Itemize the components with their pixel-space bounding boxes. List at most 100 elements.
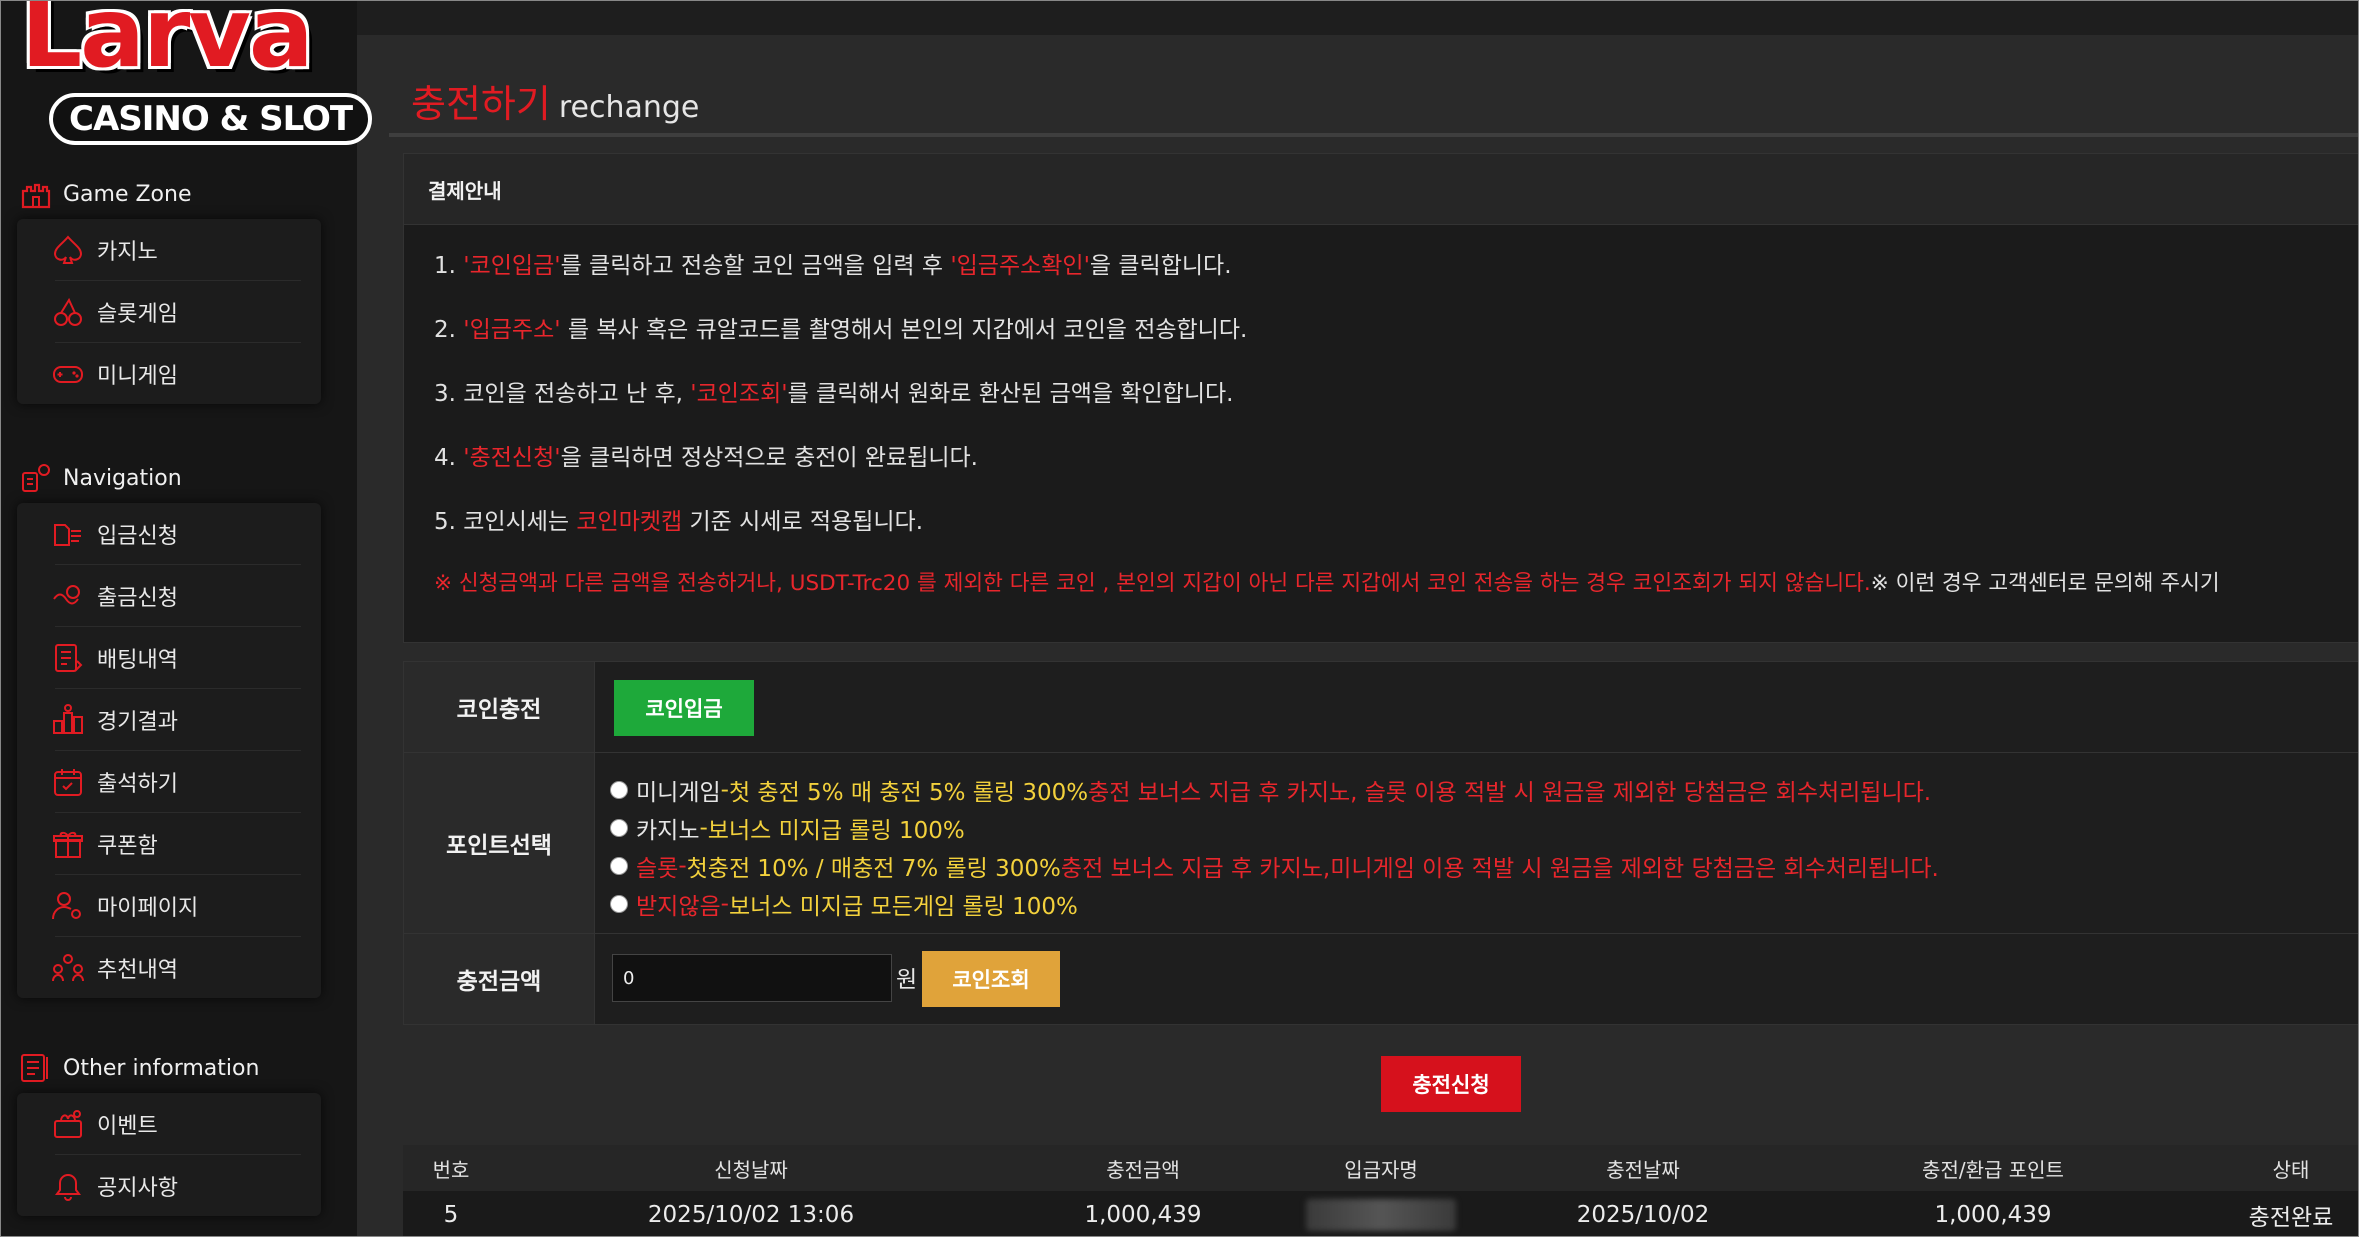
referral-icon xyxy=(52,953,84,981)
header-cell-no: 번호 xyxy=(432,1157,470,1182)
guide-text: 1. xyxy=(434,253,464,279)
option-separator: - xyxy=(699,815,708,841)
navigation-menu: 입금신청 출금신청 배팅내역 경기결과 출석하기 쿠폰함 마이페이지 추천내역 xyxy=(17,503,321,998)
point-select-label: 포인트선택 xyxy=(404,753,595,933)
guide-text: 를 클릭해서 원화로 환산된 금액을 확인합니다. xyxy=(787,381,1234,407)
option-separator: - xyxy=(720,891,729,917)
charge-request-button[interactable]: 충전신청 xyxy=(1381,1056,1521,1112)
cherry-icon xyxy=(54,297,82,326)
guide-highlight: '입금주소' xyxy=(463,317,561,343)
guide-text: 를 복사 혹은 큐알코드를 촬영해서 본인의 지갑에서 코인을 전송합니다. xyxy=(560,317,1248,343)
sidebar-item-betting-history[interactable]: 배팅내역 xyxy=(55,627,301,689)
option-name: 미니게임 xyxy=(636,780,721,806)
calendar-icon xyxy=(54,768,82,796)
option-separator: - xyxy=(678,853,687,879)
sidebar-item-minigame[interactable]: 미니게임 xyxy=(53,343,301,404)
table-row: 5 2025/10/02 13:06 1,000,439 2025/10/02 … xyxy=(403,1191,2358,1236)
section-title-navigation: Navigation xyxy=(19,461,182,495)
sidebar-item-label: 경기결과 xyxy=(97,709,178,735)
game-zone-menu: 카지노 슬롯게임 미니게임 xyxy=(17,219,321,404)
option-name: 받지않음 xyxy=(636,894,721,920)
other-information-menu: 이벤트 공지사항 xyxy=(17,1093,321,1216)
guide-text: 2. xyxy=(434,317,464,343)
radio-button[interactable] xyxy=(610,819,628,837)
spade-icon xyxy=(53,234,83,264)
sidebar-item-referral[interactable]: 추천내역 xyxy=(52,937,301,998)
sidebar-item-mypage[interactable]: 마이페이지 xyxy=(52,875,301,937)
sidebar-item-label: 입금신청 xyxy=(97,523,178,549)
logo-wordmark: Larva xyxy=(21,0,314,89)
coinmarketcap-link[interactable]: 코인마켓캡 xyxy=(576,509,682,535)
guide-highlight: '코인조회' xyxy=(690,381,788,407)
sidebar-item-coupon[interactable]: 쿠폰함 xyxy=(53,813,301,875)
page-title-text: 충전하기 xyxy=(411,82,551,126)
page-subtitle: rechange xyxy=(558,90,700,125)
sidebar-item-label: 미니게임 xyxy=(97,363,178,389)
row-cell-points: 1,000,439 xyxy=(1934,1201,2052,1228)
row-cell-request-date: 2025/10/02 13:06 xyxy=(647,1201,855,1228)
guide-step-1: 1. '코인입금'를 클릭하고 전송할 코인 금액을 입력 후 '입금주소확인'… xyxy=(434,246,1232,280)
header-cell-status: 상태 xyxy=(2272,1157,2310,1182)
results-icon xyxy=(53,703,83,734)
sidebar-item-casino[interactable]: 카지노 xyxy=(53,219,301,281)
section-title-other-information: Other information xyxy=(19,1051,259,1085)
title-divider xyxy=(389,133,2358,137)
gift-icon xyxy=(53,831,83,858)
user-gear-icon xyxy=(52,891,81,919)
coin-charge-row: 코인충전 코인입금 xyxy=(404,662,2358,753)
point-option-minigame[interactable]: 미니게임 - 첫 충전 5% 매 충전 5% 롤링 300% 충전 보너스 지급… xyxy=(610,773,1931,807)
sidebar-item-label: 이벤트 xyxy=(97,1113,158,1139)
row-cell-amount: 1,000,439 xyxy=(1084,1201,1202,1228)
history-table-header: 번호 신청날짜 충전금액 입금자명 충전날짜 충전/환급 포인트 상태 xyxy=(403,1145,2358,1191)
warning-text: ※ 신청금액과 다른 금액을 전송하거나, USDT-Trc20 를 제외한 다… xyxy=(434,571,1871,596)
sidebar-item-label: 배팅내역 xyxy=(97,647,178,673)
payment-guide-panel: 결제안내 1. '코인입금'를 클릭하고 전송할 코인 금액을 입력 후 '입금… xyxy=(403,153,2358,643)
guide-text: 을 클릭합니다. xyxy=(1089,253,1232,279)
option-separator: - xyxy=(720,777,729,803)
page-title: 충전하기 rechange xyxy=(411,73,699,128)
point-option-slot[interactable]: 슬롯 - 첫충전 10% / 매충전 7% 롤링 300% 충전 보너스 지급 … xyxy=(610,849,1939,883)
radio-button[interactable] xyxy=(610,781,628,799)
sidebar-item-results[interactable]: 경기결과 xyxy=(53,689,301,751)
header-cell-amount: 충전금액 xyxy=(1106,1157,1180,1182)
guide-step-2: 2. '입금주소' 를 복사 혹은 큐알코드를 촬영해서 본인의 지갑에서 코인… xyxy=(434,310,1247,344)
row-cell-charge-date: 2025/10/02 xyxy=(1576,1201,1710,1228)
event-icon xyxy=(54,1109,82,1138)
sidebar-item-label: 출금신청 xyxy=(97,585,178,611)
option-note: 충전 보너스 지급 후 카지노,미니게임 이용 적발 시 원금을 제외한 당첨금… xyxy=(1060,856,1939,882)
castle-icon xyxy=(21,183,51,209)
coin-lookup-button[interactable]: 코인조회 xyxy=(922,951,1060,1007)
deposit-icon xyxy=(54,523,81,546)
sidebar-item-label: 마이페이지 xyxy=(97,895,199,921)
sidebar-item-label: 카지노 xyxy=(97,239,158,265)
guide-highlight: '입금주소확인' xyxy=(950,253,1090,279)
sidebar-item-label: 공지사항 xyxy=(97,1175,178,1201)
radio-button[interactable] xyxy=(610,895,628,913)
app-frame: Larva CASINO & SLOT Game Zone 카지노 슬롯게임 미… xyxy=(0,0,2359,1237)
sidebar-item-event[interactable]: 이벤트 xyxy=(54,1093,301,1155)
sidebar-item-slot[interactable]: 슬롯게임 xyxy=(54,281,301,343)
logo-subtitle: CASINO & SLOT xyxy=(49,93,373,145)
sidebar-item-attendance[interactable]: 출석하기 xyxy=(54,751,301,813)
brand-logo[interactable]: Larva CASINO & SLOT xyxy=(19,0,373,151)
option-bonus: 첫 충전 5% 매 충전 5% 롤링 300% xyxy=(728,780,1089,806)
sidebar-item-notice[interactable]: 공지사항 xyxy=(55,1155,301,1216)
betting-history-icon xyxy=(55,643,83,672)
guide-text: 3. 코인을 전송하고 난 후, xyxy=(434,381,691,407)
charge-amount-input[interactable] xyxy=(612,954,892,1002)
sidebar-item-withdraw[interactable]: 출금신청 xyxy=(53,565,301,627)
option-name: 슬롯 xyxy=(636,856,679,882)
charge-amount-row: 충전금액 원 코인조회 xyxy=(404,934,2358,1024)
sidebar-item-deposit[interactable]: 입금신청 xyxy=(54,503,301,565)
sidebar-item-label: 출석하기 xyxy=(97,771,178,797)
point-option-casino[interactable]: 카지노 - 보너스 미지급 롤링 100% xyxy=(610,811,965,845)
section-label: Navigation xyxy=(63,465,182,491)
bell-icon xyxy=(55,1173,81,1201)
radio-button[interactable] xyxy=(610,857,628,875)
warning-contact-text: ※ 이런 경우 고객센터로 문의해 주시기 xyxy=(1870,571,2220,596)
sidebar-item-label: 추천내역 xyxy=(97,957,178,983)
section-label: Game Zone xyxy=(63,181,192,207)
header-cell-points: 충전/환급 포인트 xyxy=(1922,1157,2064,1182)
coin-deposit-button[interactable]: 코인입금 xyxy=(614,680,754,736)
point-option-none[interactable]: 받지않음 - 보너스 미지급 모든게임 롤링 100% xyxy=(610,887,1078,921)
